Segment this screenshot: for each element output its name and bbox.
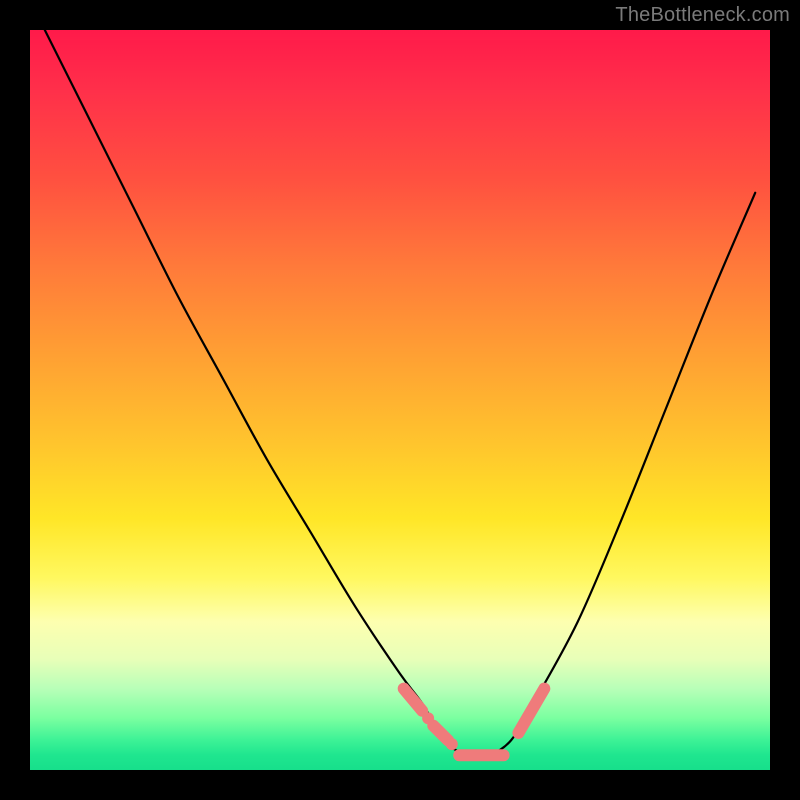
optimal-marker-segment: [404, 689, 423, 711]
chart-svg: [30, 30, 770, 770]
optimal-markers: [404, 689, 545, 756]
watermark-text: TheBottleneck.com: [615, 4, 790, 27]
optimal-marker-segment: [518, 689, 544, 733]
chart-frame: TheBottleneck.com: [0, 0, 800, 800]
bottleneck-curve-path: [45, 30, 755, 757]
optimal-marker-dot: [422, 712, 434, 724]
optimal-marker-segment: [433, 726, 448, 741]
plot-area: [30, 30, 770, 770]
optimal-marker-dot: [446, 738, 458, 750]
